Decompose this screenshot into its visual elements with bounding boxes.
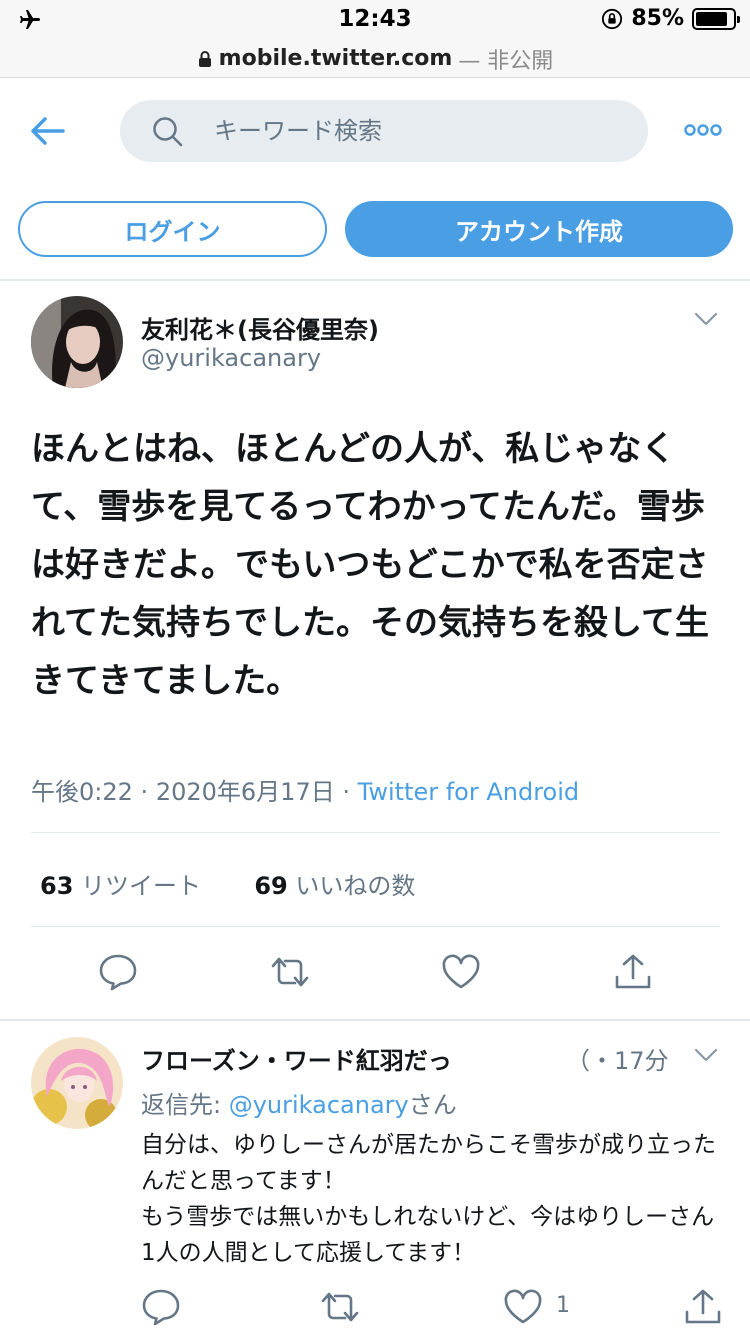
- header: [0, 80, 750, 185]
- divider: [31, 832, 720, 833]
- more-icon[interactable]: [684, 122, 722, 138]
- retweet-count[interactable]: 63: [40, 872, 73, 900]
- search-input[interactable]: [214, 112, 614, 150]
- like-icon[interactable]: [441, 953, 481, 991]
- battery-icon: [692, 7, 740, 30]
- signup-button[interactable]: アカウント作成: [345, 201, 733, 257]
- tweet-text: ほんとはね、ほとんどの人が、私じゃなくて、雪歩を見てるってわかってたんだ。雪歩は…: [31, 429, 709, 701]
- status-indicators: 85%: [601, 6, 740, 31]
- reply-to-suffix: さん: [408, 1091, 457, 1119]
- url-privacy: — 非公開: [458, 48, 554, 74]
- tweet-time[interactable]: 午後0:22: [31, 778, 133, 806]
- url-bar[interactable]: mobile.twitter.com — 非公開: [0, 40, 750, 78]
- divider: [31, 926, 720, 927]
- reply-icon[interactable]: [141, 1288, 181, 1326]
- share-icon[interactable]: [613, 953, 653, 991]
- author-avatar[interactable]: [31, 296, 123, 388]
- back-arrow-icon[interactable]: [30, 116, 66, 146]
- reply-text: 自分は、ゆりしーさんが居たからこそ雪歩が成り立ったんだと思ってます！ もう雪歩で…: [141, 1127, 731, 1271]
- tweet-date[interactable]: 2020年6月17日: [156, 778, 335, 806]
- tweet-stats: 63 リツイート 69 いいねの数: [40, 866, 415, 901]
- like-count[interactable]: 69: [254, 872, 287, 900]
- author-handle[interactable]: @yurikacanary: [141, 344, 321, 372]
- reply-author-avatar[interactable]: [31, 1037, 123, 1129]
- divider: [0, 279, 750, 281]
- search-icon: [153, 117, 183, 147]
- reply-text-line: もう雪歩では無いかもしれないけど、今はゆりしーさん 1人の人間として応援してます…: [141, 1204, 715, 1266]
- tweet-meta: 午後0:22 · 2020年6月17日 · Twitter for Androi…: [31, 772, 579, 807]
- reply-text-line: 自分は、ゆりしーさんが居たからこそ雪歩が成り立ったんだと思ってます！: [141, 1132, 716, 1194]
- meta-separator: ·: [342, 778, 350, 806]
- reply-to: 返信先: @yurikacanaryさん: [141, 1085, 457, 1120]
- reply-icon[interactable]: [98, 953, 138, 991]
- url-domain: mobile.twitter.com: [218, 46, 453, 71]
- search-box[interactable]: [120, 100, 648, 162]
- retweet-label[interactable]: リツイート: [81, 872, 201, 900]
- battery-percent: 85%: [631, 6, 684, 31]
- share-icon[interactable]: [683, 1288, 723, 1326]
- chevron-down-icon[interactable]: [694, 1047, 718, 1063]
- divider: [0, 1019, 750, 1021]
- battery-fill: [696, 11, 727, 26]
- like-label[interactable]: いいねの数: [295, 872, 415, 900]
- reply-time[interactable]: （・17分: [566, 1041, 669, 1076]
- lock-icon: [198, 50, 211, 67]
- reply-mention-link[interactable]: @yurikacanary: [229, 1091, 409, 1119]
- login-button[interactable]: ログイン: [18, 201, 327, 257]
- reply-author-name[interactable]: フローズン・ワード紅羽だっ: [141, 1041, 561, 1076]
- like-icon[interactable]: [503, 1288, 543, 1326]
- chevron-down-icon[interactable]: [694, 311, 718, 327]
- tweet-source[interactable]: Twitter for Android: [358, 778, 579, 806]
- retweet-icon[interactable]: [270, 953, 310, 991]
- meta-separator: ·: [140, 778, 149, 806]
- author-name[interactable]: 友利花＊(長谷優里奈): [141, 310, 379, 345]
- rotation-lock-icon: [602, 8, 623, 29]
- reply-like-count[interactable]: 1: [556, 1293, 570, 1318]
- status-bar: 12:43 85%: [0, 0, 750, 40]
- reply-to-prefix: 返信先:: [141, 1091, 229, 1119]
- retweet-icon[interactable]: [320, 1288, 360, 1326]
